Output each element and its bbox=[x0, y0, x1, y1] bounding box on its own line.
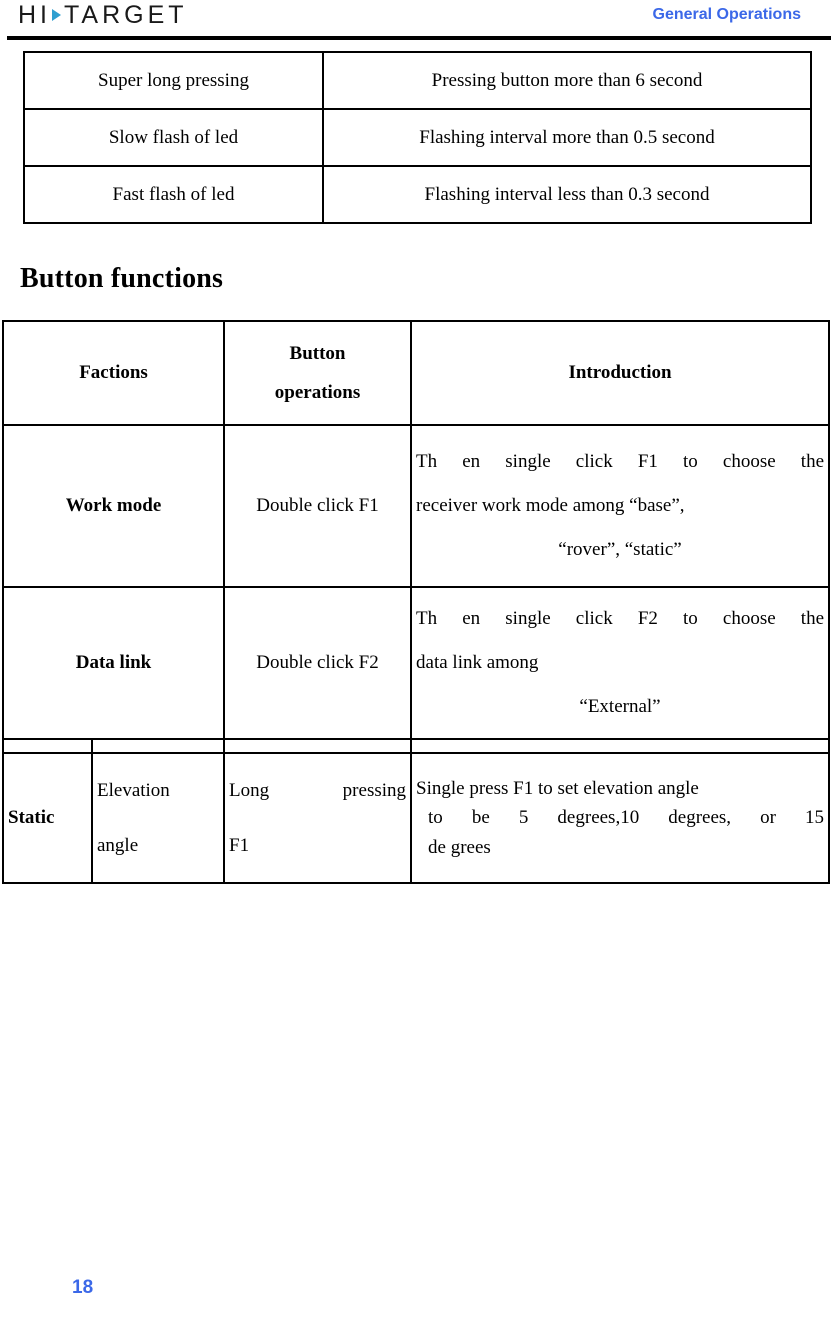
introduction-cell-data-link: Th en single click F2 to choose the data… bbox=[410, 586, 831, 740]
header-cell-button-operations-line1: Button bbox=[289, 343, 346, 364]
table-row: Super long pressing Pressing button more… bbox=[23, 51, 812, 110]
definition-description-cell: Pressing button more than 6 second bbox=[322, 51, 812, 110]
table-header-row: Factions Button operations Introduction bbox=[1, 320, 831, 426]
header-section-title: General Operations bbox=[652, 6, 802, 23]
spacer-cell bbox=[223, 738, 413, 754]
table-row-work-mode: Work mode Double click F1 Th en single c… bbox=[1, 424, 831, 588]
sub-faction-cell-elevation-angle: Elevation angle bbox=[90, 752, 226, 884]
header-cell-button-operations-line2: operations bbox=[274, 382, 361, 403]
sub-faction-line: angle bbox=[97, 835, 139, 856]
header-divider-rule bbox=[7, 36, 831, 40]
table-row: Fast flash of led Flashing interval less… bbox=[23, 165, 812, 224]
header-cell-factions: Factions bbox=[1, 320, 226, 426]
definition-term-cell: Fast flash of led bbox=[23, 165, 324, 224]
page-number: 18 bbox=[72, 1277, 94, 1298]
sub-faction-line: Elevation bbox=[97, 779, 170, 801]
introduction-cell-work-mode: Th en single click F1 to choose the rece… bbox=[410, 424, 831, 588]
table-row-spacer bbox=[2, 738, 831, 754]
introduction-line: data link among bbox=[416, 652, 539, 674]
faction-cell-work-mode: Work mode bbox=[1, 424, 226, 588]
introduction-line: to be 5 degrees,10 degrees, or 15 bbox=[428, 807, 825, 829]
table-row-static: Static Elevation angle Long pressing F1 … bbox=[2, 752, 831, 884]
header-cell-button-operations: Button operations bbox=[223, 320, 413, 426]
logo-text-hi: HI bbox=[18, 0, 51, 29]
introduction-line: receiver work mode among “base”, bbox=[416, 495, 685, 517]
operation-cell-data-link: Double click F2 bbox=[223, 586, 413, 740]
header-cell-introduction: Introduction bbox=[410, 320, 831, 426]
operation-line: F1 bbox=[229, 835, 250, 856]
introduction-line: “External” bbox=[579, 695, 661, 717]
section-heading-button-functions: Button functions bbox=[20, 263, 224, 294]
hi-target-logo: HI TARGET bbox=[18, 1, 188, 29]
spacer-cell bbox=[410, 738, 831, 754]
page-header: HI TARGET General Operations bbox=[0, 0, 831, 40]
introduction-line: Single press F1 to set elevation angle bbox=[416, 777, 699, 799]
definition-description-cell: Flashing interval more than 0.5 second bbox=[322, 108, 812, 167]
introduction-cell-static: Single press F1 to set elevation angle t… bbox=[410, 752, 831, 884]
faction-cell-static: Static bbox=[2, 752, 93, 884]
operation-line: Long pressing bbox=[229, 779, 407, 801]
table-row-data-link: Data link Double click F2 Th en single c… bbox=[1, 586, 831, 740]
introduction-line: “rover”, “static” bbox=[558, 538, 682, 560]
definition-term-cell: Super long pressing bbox=[23, 51, 324, 110]
spacer-cell bbox=[90, 738, 226, 754]
introduction-line: de grees bbox=[428, 836, 491, 858]
arrow-right-icon bbox=[52, 9, 61, 21]
definition-term-cell: Slow flash of led bbox=[23, 108, 324, 167]
operation-cell-static: Long pressing F1 bbox=[223, 752, 413, 884]
introduction-line: Th en single click F1 to choose the bbox=[416, 451, 825, 473]
table-row: Slow flash of led Flashing interval more… bbox=[23, 108, 812, 167]
definition-table: Super long pressing Pressing button more… bbox=[23, 51, 812, 224]
faction-cell-data-link: Data link bbox=[1, 586, 226, 740]
definition-description-cell: Flashing interval less than 0.3 second bbox=[322, 165, 812, 224]
introduction-line: Th en single click F2 to choose the bbox=[416, 608, 825, 630]
operation-cell-work-mode: Double click F1 bbox=[223, 424, 413, 588]
button-functions-table: Factions Button operations Introduction … bbox=[1, 320, 831, 884]
spacer-cell bbox=[2, 738, 93, 754]
logo-text-target: TARGET bbox=[64, 0, 188, 29]
